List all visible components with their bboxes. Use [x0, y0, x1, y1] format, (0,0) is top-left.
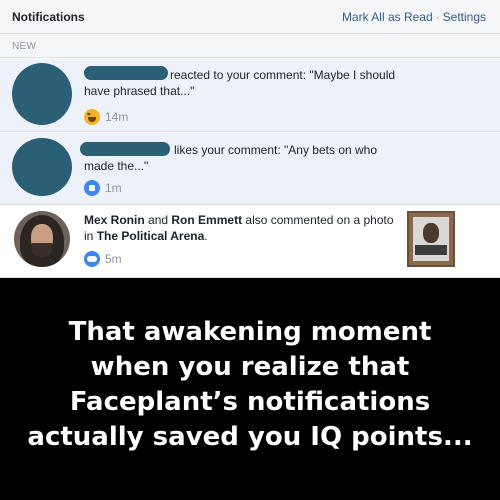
thumbnail-person	[423, 223, 439, 243]
notification-text: Mex Ronin and Ron Emmett also commented …	[84, 212, 404, 244]
comment-group-icon	[84, 251, 100, 267]
avatar-beard	[32, 243, 52, 257]
notification-meta: 5m	[84, 251, 122, 267]
caption-line: actually saved you IQ points...	[27, 422, 473, 452]
notification-item[interactable]: reacted to your comment: "Maybe I should…	[0, 59, 500, 132]
notification-time[interactable]: 5m	[105, 252, 122, 266]
connector-text: and	[148, 213, 169, 227]
avatar[interactable]	[12, 63, 72, 125]
caption-line: That awakening moment	[68, 317, 432, 347]
notification-meta: 14m	[84, 109, 128, 125]
avatar[interactable]	[14, 211, 70, 267]
redacted-name	[84, 66, 168, 80]
actor-name[interactable]: Mex Ronin	[84, 213, 145, 227]
header-separator: ·	[435, 10, 440, 24]
haha-reaction-icon	[84, 109, 100, 125]
notifications-header: Notifications Mark All as Read · Settings	[0, 0, 500, 34]
notification-item[interactable]: Mex Ronin and Ron Emmett also commented …	[0, 206, 500, 278]
photo-thumbnail[interactable]	[407, 211, 455, 267]
section-header-new: NEW	[0, 34, 500, 58]
trailing-text: .	[204, 229, 208, 243]
caption-line: when you realize that	[90, 352, 410, 382]
notification-time[interactable]: 1m	[105, 181, 122, 195]
avatar[interactable]	[12, 138, 72, 196]
meme-caption: That awakening moment when you realize t…	[0, 278, 500, 500]
like-reaction-icon	[84, 180, 100, 196]
notifications-title: Notifications	[12, 10, 85, 24]
section-label: NEW	[12, 41, 37, 52]
notification-meta: 1m	[84, 180, 122, 196]
thumbnail-band	[415, 245, 447, 255]
actor-name[interactable]: Ron Emmett	[171, 213, 242, 227]
redacted-name	[80, 142, 170, 156]
notification-time[interactable]: 14m	[105, 110, 128, 124]
notification-item[interactable]: likes your comment: "Any bets on who mad…	[0, 133, 500, 205]
group-name[interactable]: The Political Arena	[97, 229, 205, 243]
thumbnail-image	[413, 217, 449, 261]
settings-link[interactable]: Settings	[443, 10, 486, 24]
notifications-panel: Notifications Mark All as Read · Settings …	[0, 0, 500, 278]
header-actions: Mark All as Read · Settings	[342, 10, 486, 24]
mark-all-read-link[interactable]: Mark All as Read	[342, 10, 433, 24]
caption-line: Faceplant’s notifications	[69, 387, 431, 417]
